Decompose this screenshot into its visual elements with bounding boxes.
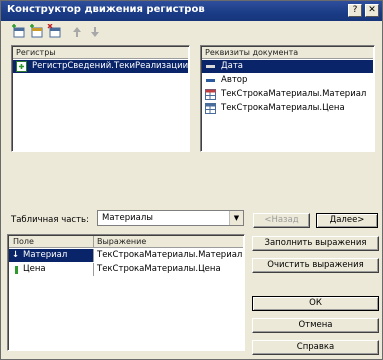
clear-expressions-button[interactable]: Очистить выражения: [252, 258, 379, 273]
next-button[interactable]: Далее>: [316, 213, 378, 228]
back-button[interactable]: <Назад: [253, 213, 310, 228]
attribute-icon: [206, 79, 215, 82]
registers-header: Регистры: [13, 47, 188, 59]
attribute-icon: [206, 65, 215, 68]
fill-expressions-button[interactable]: Заполнить выражения: [252, 236, 379, 251]
table-row[interactable]: Цена ТекСтрокаМатериалы.Цена: [9, 263, 243, 276]
requisite-item-label: Дата: [221, 61, 244, 71]
close-button[interactable]: ✕: [365, 4, 379, 17]
field-cell: Цена: [23, 264, 46, 274]
cancel-button[interactable]: Отмена: [252, 318, 379, 333]
requisite-item-label: ТекСтрокаМатериалы.Цена: [221, 103, 345, 113]
delete-icon[interactable]: [47, 24, 63, 40]
table-attribute-icon: [205, 89, 216, 100]
add-row-icon[interactable]: [11, 24, 27, 40]
help-title-button[interactable]: ?: [348, 4, 362, 17]
tabular-part-label: Табличная часть:: [11, 215, 89, 225]
tabular-part-select[interactable]: Материалы ▼: [97, 210, 244, 226]
expression-cell[interactable]: ТекСтрокаМатериалы.Цена: [93, 263, 243, 276]
requisites-header: Реквизиты документа: [202, 47, 373, 59]
col-field-header: Поле: [13, 237, 34, 246]
move-up-icon[interactable]: [69, 24, 85, 40]
requisite-item[interactable]: Автор: [202, 74, 373, 87]
register-item-label: РегистрСведений.ТекиРеализации: [32, 61, 188, 71]
row-marker-icon: ↓: [12, 250, 18, 260]
registers-list[interactable]: Регистры РегистрСведений.ТекиРеализации: [11, 45, 190, 152]
grid-header: Поле Выражение: [9, 236, 243, 248]
add-group-icon[interactable]: [29, 24, 45, 40]
tabular-part-value: Материалы: [102, 213, 153, 223]
register-item[interactable]: РегистрСведений.ТекиРеализации: [13, 60, 188, 73]
requisite-item[interactable]: Дата: [202, 60, 373, 73]
chevron-down-icon[interactable]: ▼: [229, 211, 243, 225]
title-bar[interactable]: Конструктор движения регистров ? ✕: [1, 1, 382, 21]
expression-cell[interactable]: ТекСтрокаМатериалы.Материал: [93, 249, 243, 262]
col-expression-header: Выражение: [93, 236, 146, 248]
register-icon: [16, 61, 27, 72]
field-icon: [15, 266, 18, 274]
requisite-item[interactable]: ТекСтрокаМатериалы.Материал: [202, 88, 373, 101]
ok-button[interactable]: ОК: [252, 296, 379, 311]
requisite-item-label: Автор: [221, 75, 248, 85]
requisite-item[interactable]: ТекСтрокаМатериалы.Цена: [202, 102, 373, 115]
register-movement-dialog: Конструктор движения регистров ? ✕ Регис…: [0, 0, 383, 360]
fields-grid[interactable]: Поле Выражение ↓ Материал ТекСтрокаМатер…: [7, 234, 245, 351]
window-title: Конструктор движения регистров: [7, 4, 205, 15]
help-button[interactable]: Справка: [252, 340, 379, 355]
table-attribute-icon: [205, 103, 216, 114]
move-down-icon[interactable]: [87, 24, 103, 40]
field-cell: Материал: [23, 250, 68, 260]
document-requisites-list[interactable]: Реквизиты документа Дата Автор ТекСтрока…: [200, 45, 375, 152]
table-row[interactable]: ↓ Материал ТекСтрокаМатериалы.Материал: [9, 249, 243, 262]
requisite-item-label: ТекСтрокаМатериалы.Материал: [221, 89, 367, 99]
